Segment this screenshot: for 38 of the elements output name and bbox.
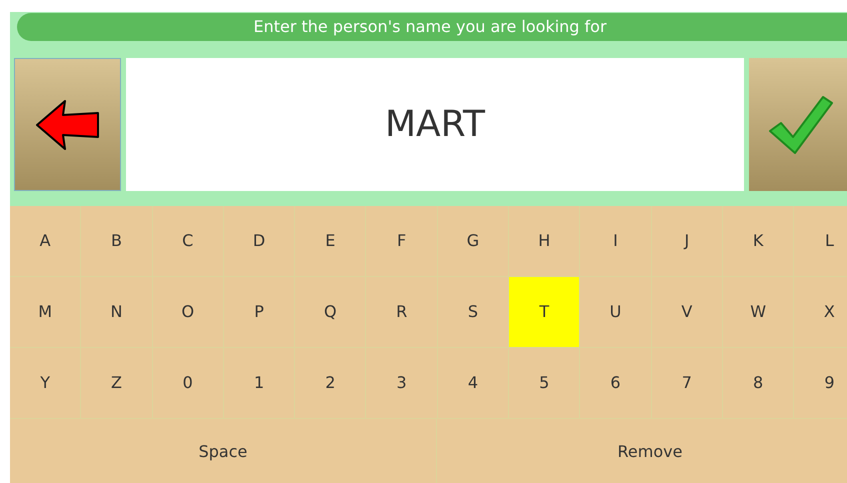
keyboard-key[interactable]: N	[81, 277, 153, 348]
keyboard-key[interactable]: S	[438, 277, 510, 348]
keyboard-key[interactable]: 8	[722, 348, 794, 419]
prompt-banner: Enter the person's name you are looking for	[17, 13, 847, 41]
keyboard-key[interactable]: E	[295, 206, 366, 277]
keyboard-key[interactable]: A	[10, 206, 82, 277]
keyboard-key[interactable]: Z	[81, 348, 153, 419]
keyboard-key[interactable]: W	[722, 277, 794, 348]
keyboard-key[interactable]: R	[366, 277, 438, 348]
keyboard-key[interactable]: O	[152, 277, 224, 348]
keyboard-key[interactable]: D	[224, 206, 296, 277]
keyboard-key[interactable]: T	[509, 277, 580, 348]
keyboard-key[interactable]: H	[509, 206, 580, 277]
keyboard-key[interactable]: 4	[438, 348, 510, 419]
keyboard-key[interactable]: B	[81, 206, 153, 277]
keyboard-key[interactable]: 1	[224, 348, 296, 419]
name-field[interactable]: MART	[126, 58, 744, 191]
keyboard-key[interactable]: Q	[295, 277, 366, 348]
keyboard-key[interactable]: Y	[10, 348, 82, 419]
keyboard-key[interactable]: 5	[509, 348, 580, 419]
keyboard-key[interactable]: 6	[580, 348, 652, 419]
keyboard-key[interactable]: U	[580, 277, 652, 348]
keyboard-key[interactable]: 2	[295, 348, 366, 419]
keyboard-key[interactable]: G	[438, 206, 510, 277]
back-button[interactable]	[14, 58, 121, 191]
keyboard-key[interactable]: M	[10, 277, 82, 348]
keyboard-key[interactable]: I	[580, 206, 652, 277]
keyboard-key[interactable]: K	[722, 206, 794, 277]
keyboard-key[interactable]: 0	[152, 348, 224, 419]
keyboard-key[interactable]: 7	[652, 348, 723, 419]
confirm-button[interactable]	[749, 58, 847, 191]
keyboard-key[interactable]: F	[366, 206, 438, 277]
keyboard-key[interactable]: J	[652, 206, 723, 277]
keyboard-key[interactable]: 3	[366, 348, 438, 419]
keyboard-key[interactable]: P	[224, 277, 296, 348]
back-arrow-icon	[34, 98, 100, 150]
keyboard-key[interactable]: V	[652, 277, 723, 348]
keyboard-key[interactable]: C	[152, 206, 224, 277]
